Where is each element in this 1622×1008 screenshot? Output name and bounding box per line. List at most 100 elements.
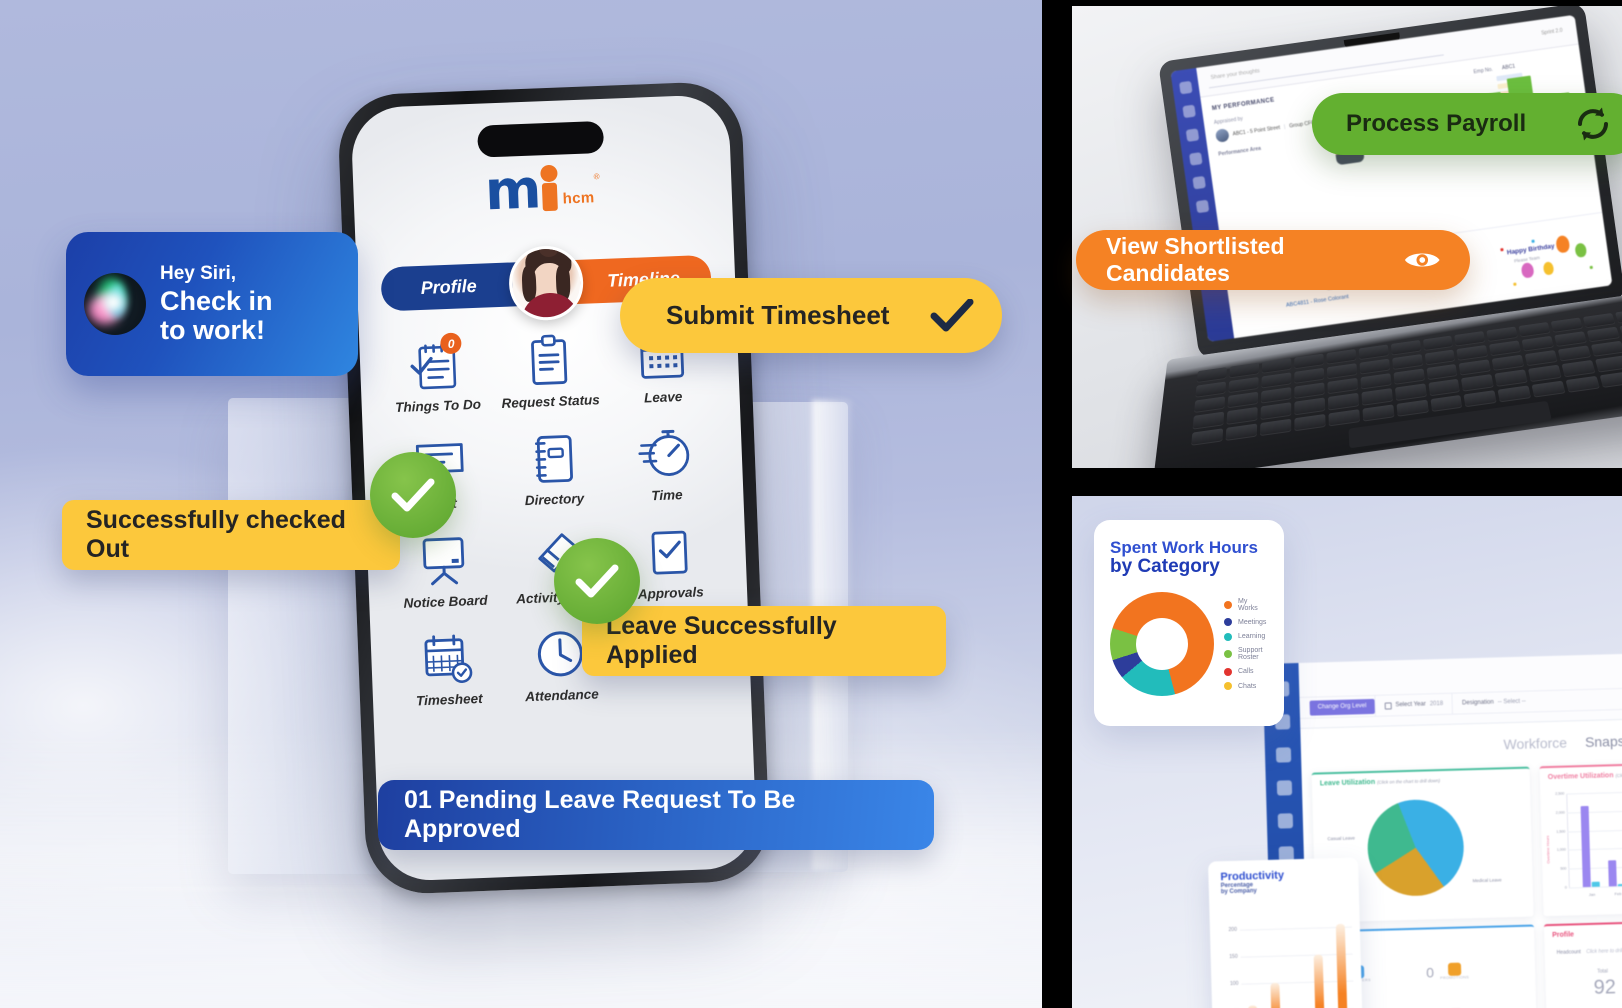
keyboard-key[interactable] (1497, 384, 1532, 403)
keyboard-key[interactable] (1456, 344, 1489, 361)
designation-filter[interactable]: Designation -- Select -- (1451, 690, 1536, 715)
keyboard-key[interactable] (1461, 374, 1495, 392)
sidebar-icon-more[interactable] (1195, 199, 1210, 214)
keyboard-key[interactable] (1226, 407, 1258, 425)
keyboard-key[interactable] (1225, 422, 1258, 441)
keyboard-key[interactable] (1518, 321, 1551, 338)
sidebar-icon-people[interactable] (1182, 104, 1196, 119)
dash-icon-reports[interactable] (1276, 780, 1292, 796)
keyboard-key[interactable] (1294, 367, 1325, 384)
keyboard-key[interactable] (1327, 393, 1359, 411)
keyboard-key[interactable] (1390, 339, 1421, 356)
app-icon-timesheet[interactable]: Timesheet (390, 629, 505, 709)
keyboard-key[interactable] (1463, 389, 1497, 407)
share-thoughts-input[interactable]: Share your thoughts (1207, 42, 1444, 89)
keyboard-key[interactable] (1393, 368, 1425, 386)
app-icon-directory[interactable]: Directory (496, 429, 612, 509)
keyboard-key[interactable] (1260, 418, 1292, 436)
keyboard-key[interactable] (1294, 397, 1326, 415)
keyboard-key[interactable] (1261, 357, 1292, 374)
bar[interactable] (1270, 983, 1281, 1008)
keyboard-key[interactable] (1494, 369, 1528, 387)
keyboard-key[interactable] (1396, 399, 1429, 417)
keyboard-key[interactable] (1521, 335, 1555, 352)
keyboard-key[interactable] (1429, 394, 1463, 412)
keyboard-key[interactable] (1550, 317, 1583, 333)
headcount-drilldown-link[interactable]: Click here to drilldown (1586, 948, 1622, 955)
keyboard-key[interactable] (1424, 349, 1456, 366)
app-icon-things-to-do[interactable]: 0 Things To Do (379, 332, 494, 415)
keyboard-key[interactable] (1359, 358, 1390, 375)
keyboard-key[interactable] (1454, 330, 1486, 347)
keyboard-key[interactable] (1565, 375, 1600, 393)
keyboard-key[interactable] (1561, 360, 1596, 377)
overtime-bar-chart[interactable]: Overtime Hours 0 500 1,000 1,500 2,000 2,500 J… (1545, 788, 1622, 899)
keyboard-key[interactable] (1459, 359, 1492, 376)
keyboard-key[interactable] (1599, 370, 1622, 388)
keyboard-key[interactable] (1528, 364, 1562, 382)
keyboard-key[interactable] (1328, 408, 1360, 427)
keyboard-key[interactable] (1360, 373, 1392, 390)
app-icon-time[interactable]: Time (608, 425, 723, 505)
keyboard-key[interactable] (1557, 345, 1592, 362)
sidebar-icon-settings[interactable] (1192, 175, 1206, 190)
bar[interactable] (1580, 806, 1591, 888)
keyboard-key[interactable] (1531, 380, 1566, 398)
keyboard-key[interactable] (1294, 353, 1324, 370)
keyboard-key[interactable] (1361, 388, 1393, 406)
dash-icon-settings[interactable] (1277, 813, 1293, 829)
keyboard-key[interactable] (1261, 372, 1292, 389)
pending-leave-pill[interactable]: 01 Pending Leave Request To Be Approved (378, 780, 934, 850)
keyboard-key[interactable] (1228, 376, 1259, 394)
siri-checkin-card[interactable]: Hey Siri, Check in to work! (66, 232, 358, 376)
keyboard-key[interactable] (1197, 366, 1228, 383)
process-payroll-pill[interactable]: Process Payroll (1312, 93, 1622, 155)
bar[interactable] (1617, 883, 1622, 887)
keyboard-key[interactable] (1193, 411, 1225, 430)
user-avatar[interactable] (507, 244, 585, 322)
keyboard-key[interactable] (1327, 377, 1358, 395)
leave-pie-chart[interactable] (1366, 798, 1466, 898)
keyboard-key[interactable] (1614, 308, 1622, 324)
keyboard-key[interactable] (1326, 363, 1357, 380)
keyboard-key[interactable] (1294, 413, 1326, 431)
keyboard-key[interactable] (1582, 312, 1616, 329)
keyboard-key[interactable] (1486, 326, 1519, 342)
keyboard-key[interactable] (1595, 355, 1622, 373)
keyboard-key[interactable] (1326, 348, 1357, 365)
keyboard-key[interactable] (1260, 402, 1292, 420)
bar[interactable] (1335, 923, 1348, 1008)
keyboard-key[interactable] (1191, 427, 1224, 446)
sidebar-icon-home[interactable] (1179, 80, 1193, 95)
keyboard-key[interactable] (1261, 387, 1292, 404)
bar[interactable] (1591, 881, 1600, 887)
keyboard-key[interactable] (1524, 350, 1558, 367)
view-candidates-pill[interactable]: View Shortlisted Candidates (1076, 230, 1470, 290)
keyboard-key[interactable] (1358, 344, 1389, 360)
dash-icon-payroll[interactable] (1275, 747, 1291, 763)
spent-hours-donut-chart[interactable] (1110, 592, 1214, 696)
keyboard-key[interactable] (1227, 391, 1259, 409)
keyboard-key[interactable] (1422, 335, 1454, 351)
keyboard-key[interactable] (1590, 340, 1622, 358)
keyboard-key[interactable] (1394, 383, 1427, 401)
submit-timesheet-pill[interactable]: Submit Timesheet (620, 278, 1002, 353)
bar[interactable] (1608, 859, 1617, 887)
change-org-level-button[interactable]: Change Org Level (1309, 698, 1375, 716)
keyboard-key[interactable] (1491, 354, 1525, 372)
sidebar-icon-reports[interactable] (1185, 128, 1200, 142)
keyboard-key[interactable] (1391, 353, 1423, 371)
keyboard-key[interactable] (1586, 326, 1620, 343)
app-icon-notice-board[interactable]: Notice Board (387, 531, 502, 611)
keyboard-key[interactable] (1195, 381, 1227, 398)
keyboard-key[interactable] (1362, 403, 1395, 422)
leave-applied-pill[interactable]: Leave Successfully Applied (582, 606, 946, 676)
productivity-bar-chart[interactable]: 50100150200Company ACompany BCompany CCo… (1228, 916, 1355, 1008)
keyboard-key[interactable] (1427, 378, 1461, 396)
select-year-filter[interactable]: Select Year 2018 (1374, 692, 1453, 717)
keyboard-key[interactable] (1554, 331, 1587, 347)
checked-out-pill[interactable]: Successfully checked Out (62, 500, 400, 570)
keyboard-key[interactable] (1489, 340, 1522, 357)
app-icon-request-status[interactable]: Request Status (492, 331, 608, 411)
sidebar-icon-profile[interactable] (1189, 152, 1203, 166)
